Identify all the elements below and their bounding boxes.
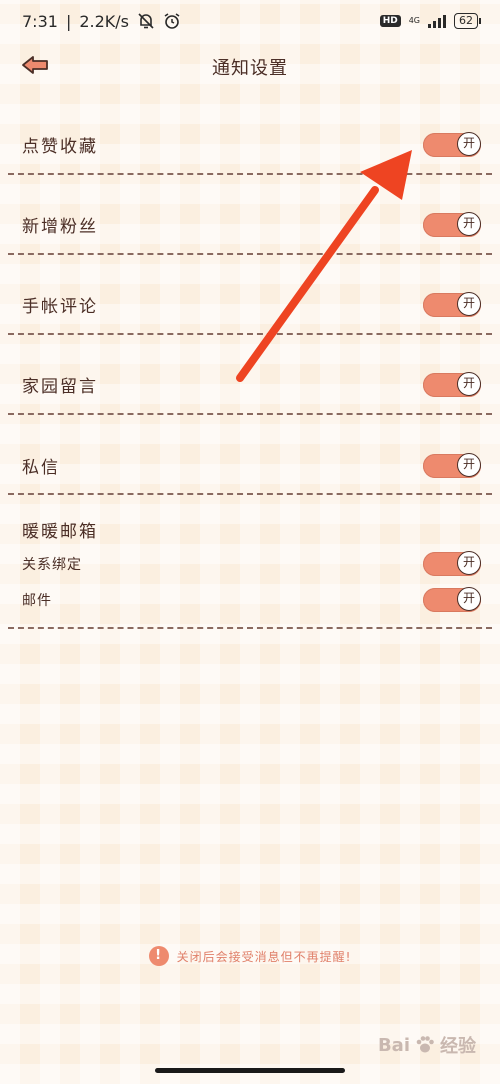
setting-row-mail: 邮件 开	[0, 587, 500, 612]
toggle-knob: 开	[457, 372, 481, 396]
annotation-arrow-icon	[236, 150, 412, 382]
setting-label: 家园留言	[22, 377, 98, 397]
status-right: HD 4G 62	[379, 13, 481, 29]
status-left: 7:31 | 2.2K/s	[22, 12, 181, 31]
nav-bar: 通知设置	[0, 42, 500, 88]
footer-note: ! 关闭后会接受消息但不再提醒!	[0, 946, 500, 966]
divider	[8, 627, 492, 629]
watermark-text: Bai	[377, 1034, 410, 1056]
mute-bell-icon	[138, 13, 154, 29]
watermark: Bai 经验	[378, 1032, 476, 1058]
setting-row-private-message: 私信 开	[0, 453, 500, 478]
page-title: 通知设置	[212, 58, 288, 79]
mailbox-section-title: 暖暖邮箱	[0, 517, 500, 542]
setting-row-likes: 点赞收藏 开	[0, 132, 500, 157]
status-bar: 7:31 | 2.2K/s HD 4G 62	[0, 0, 500, 42]
divider	[8, 333, 492, 335]
comments-toggle[interactable]: 开	[423, 292, 481, 317]
likes-toggle[interactable]: 开	[423, 132, 481, 157]
relationship-toggle[interactable]: 开	[423, 551, 481, 576]
followers-toggle[interactable]: 开	[423, 212, 481, 237]
section-title: 暖暖邮箱	[22, 522, 98, 542]
signal-icon	[428, 14, 446, 28]
setting-label: 点赞收藏	[22, 137, 98, 157]
watermark-suffix: 经验	[440, 1036, 476, 1057]
private-message-toggle[interactable]: 开	[423, 453, 481, 478]
setting-label: 关系绑定	[22, 557, 82, 573]
setting-row-comments: 手帐评论 开	[0, 292, 500, 317]
setting-label: 手帐评论	[22, 297, 98, 317]
status-separator: |	[65, 11, 72, 31]
alarm-icon	[164, 13, 180, 29]
toggle-knob: 开	[457, 212, 481, 236]
divider	[8, 413, 492, 415]
divider	[8, 173, 492, 175]
paw-icon	[416, 1036, 434, 1053]
setting-label: 新增粉丝	[22, 217, 98, 237]
mail-toggle[interactable]: 开	[423, 587, 481, 612]
warning-icon: !	[148, 946, 169, 966]
toggle-knob: 开	[457, 587, 481, 611]
divider	[8, 493, 492, 495]
messages-board-toggle[interactable]: 开	[423, 372, 481, 397]
hd-badge: HD	[379, 15, 401, 27]
setting-row-followers: 新增粉丝 开	[0, 212, 500, 237]
setting-label: 邮件	[22, 593, 52, 609]
setting-row-relationship: 关系绑定 开	[0, 551, 500, 576]
network-type: 4G	[408, 16, 420, 25]
toggle-knob: 开	[457, 292, 481, 316]
status-speed: 2.2K/s	[79, 11, 129, 31]
home-indicator[interactable]	[155, 1068, 345, 1073]
toggle-knob: 开	[457, 132, 481, 156]
battery-icon: 62	[454, 13, 481, 29]
setting-row-messages-board: 家园留言 开	[0, 372, 500, 397]
setting-label: 私信	[22, 458, 60, 478]
divider	[8, 253, 492, 255]
status-time: 7:31	[22, 11, 58, 31]
toggle-knob: 开	[457, 551, 481, 575]
toggle-knob: 开	[457, 453, 481, 477]
footer-note-text: 关闭后会接受消息但不再提醒!	[176, 949, 352, 964]
